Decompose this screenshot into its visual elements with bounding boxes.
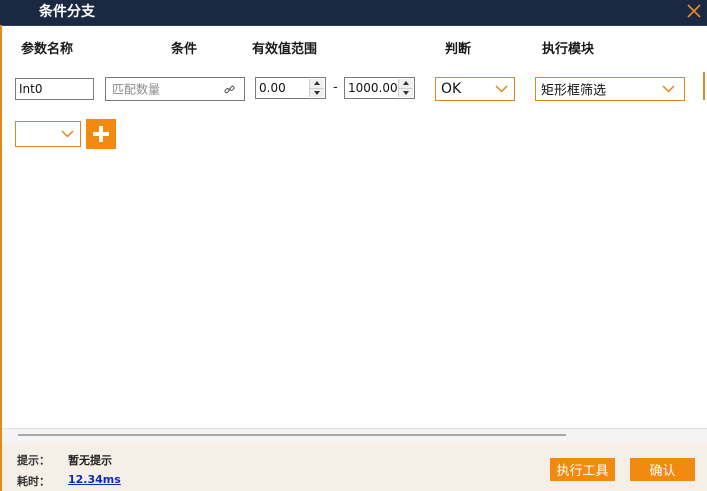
new-condition-dropdown[interactable]	[15, 121, 81, 147]
judge-value: OK	[441, 81, 462, 97]
chevron-down-icon	[662, 85, 675, 93]
condition-input[interactable]: 匹配数量	[105, 77, 245, 101]
exec-module-dropdown[interactable]: 矩形框筛选	[535, 77, 685, 101]
close-button[interactable]	[683, 0, 705, 22]
scroll-area	[2, 428, 707, 444]
header-param-name: 参数名称	[21, 42, 74, 57]
plus-icon	[93, 126, 109, 142]
header-condition: 条件	[171, 42, 198, 57]
param-name-input[interactable]: Int0	[15, 78, 94, 100]
chevron-down-icon	[495, 85, 508, 93]
header-judge: 判断	[445, 42, 472, 57]
spinner-down-icon[interactable]	[310, 87, 324, 97]
header-valid-range: 有效值范围	[252, 42, 318, 57]
chevron-down-icon	[61, 130, 74, 138]
range-separator: -	[333, 80, 338, 95]
param-name-value: Int0	[19, 82, 43, 96]
title-bar: 条件分支	[0, 0, 707, 26]
hint-label: 提示：	[17, 454, 50, 467]
link-icon[interactable]	[224, 84, 235, 95]
horizontal-scrollbar[interactable]	[18, 434, 566, 436]
spinner-up-icon[interactable]	[399, 79, 413, 88]
range-min-spinner[interactable]	[309, 79, 324, 97]
confirm-button[interactable]: 确认	[630, 458, 695, 481]
range-min-input[interactable]: 0.00	[255, 77, 326, 99]
range-max-spinner[interactable]	[398, 79, 413, 97]
row-delete-button-partial[interactable]	[703, 72, 707, 100]
close-icon	[687, 4, 701, 18]
range-max-value: 1000.00	[348, 81, 398, 95]
range-min-value: 0.00	[259, 81, 286, 95]
exec-tool-button[interactable]: 执行工具	[550, 458, 615, 481]
add-condition-button[interactable]	[86, 119, 116, 149]
condition-placeholder: 匹配数量	[112, 82, 161, 97]
header-exec-module: 执行模块	[542, 42, 595, 57]
judge-dropdown[interactable]: OK	[435, 77, 515, 101]
hint-value: 暂无提示	[68, 454, 112, 467]
window-title: 条件分支	[39, 4, 95, 20]
spinner-down-icon[interactable]	[399, 87, 413, 97]
range-max-input[interactable]: 1000.00	[344, 77, 415, 99]
spinner-up-icon[interactable]	[310, 79, 324, 88]
time-label: 耗时：	[17, 475, 50, 488]
exec-module-value: 矩形框筛选	[541, 83, 607, 99]
time-value-link[interactable]: 12.34ms	[68, 473, 121, 486]
